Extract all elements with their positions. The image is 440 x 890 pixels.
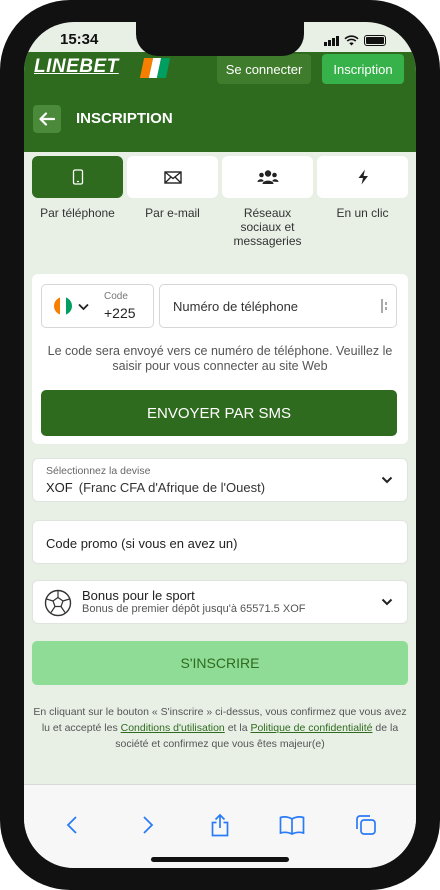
- code-value: +225: [104, 305, 136, 321]
- page-title: INSCRIPTION: [76, 110, 173, 127]
- currency-label: Sélectionnez la devise: [46, 465, 151, 477]
- terms-text: En cliquant sur le bouton « S'inscrire »…: [30, 704, 410, 752]
- tab-social-label: Réseaux sociaux et messageries: [233, 206, 302, 248]
- promo-code-placeholder: Code promo (si vous en avez un): [46, 536, 238, 551]
- home-indicator: [151, 857, 289, 862]
- send-sms-button[interactable]: ENVOYER PAR SMS: [41, 390, 397, 436]
- phone-registration-card: Code +225 Numéro de téléphone Le code se…: [32, 274, 408, 444]
- soccer-ball-icon: [44, 589, 72, 617]
- tab-social[interactable]: Réseaux sociaux et messageries: [222, 156, 313, 248]
- code-label: Code: [104, 291, 128, 302]
- promo-code-input[interactable]: Code promo (si vous en avez un): [32, 520, 408, 564]
- country-code-select[interactable]: Code +225: [41, 284, 154, 328]
- login-button[interactable]: Se connecter: [217, 54, 311, 84]
- tab-phone[interactable]: Par téléphone: [32, 156, 123, 248]
- lightning-icon: [358, 169, 368, 185]
- back-nav-button[interactable]: [58, 811, 86, 839]
- browser-toolbar: [24, 784, 416, 868]
- tab-one-click-label: En un clic: [336, 206, 389, 220]
- bonus-select[interactable]: Bonus pour le sport Bonus de premier dép…: [32, 580, 408, 624]
- arrow-left-icon: [39, 112, 55, 126]
- terms-text-part: et la: [224, 722, 251, 734]
- privacy-policy-link[interactable]: Politique de confidentialité: [250, 722, 372, 734]
- mail-icon: [163, 170, 182, 184]
- registration-method-tabs: Par téléphone Par e-mail Réseaux sociaux…: [32, 156, 408, 248]
- sms-info-text: Le code sera envoyé vers ce numéro de té…: [47, 344, 393, 373]
- screen: 15:34 LINEBET Se connecter Inscription I…: [24, 22, 416, 868]
- tab-one-click-box[interactable]: [317, 156, 408, 198]
- tab-email-box[interactable]: [127, 156, 218, 198]
- register-button[interactable]: Inscription: [322, 54, 404, 84]
- currency-value: XOF (Franc CFA d'Afrique de l'Ouest): [46, 480, 265, 495]
- tab-phone-label: Par téléphone: [40, 206, 115, 220]
- tab-social-box[interactable]: [222, 156, 313, 198]
- forward-nav-button[interactable]: [134, 811, 162, 839]
- side-button: [0, 258, 2, 316]
- currency-name: (Franc CFA d'Afrique de l'Ouest): [78, 480, 266, 495]
- wifi-icon: [344, 35, 359, 46]
- users-icon: [257, 170, 278, 184]
- tab-email-label: Par e-mail: [145, 206, 200, 220]
- chevron-down-icon: [381, 598, 393, 606]
- tab-email[interactable]: Par e-mail: [127, 156, 218, 248]
- status-time: 15:34: [60, 31, 99, 48]
- flag-icon: [139, 58, 171, 78]
- notch: [136, 22, 304, 56]
- side-button: [0, 185, 2, 243]
- book-icon: [279, 816, 305, 835]
- bonus-subtitle: Bonus de premier dépôt jusqu'à 65571.5 X…: [82, 603, 306, 615]
- tab-phone-box[interactable]: [32, 156, 123, 198]
- battery-icon: [364, 35, 386, 46]
- back-button[interactable]: [33, 105, 61, 133]
- share-button[interactable]: [206, 811, 234, 839]
- keyboard-icon[interactable]: [380, 298, 389, 314]
- phone-number-input[interactable]: Numéro de téléphone: [159, 284, 397, 328]
- currency-select[interactable]: Sélectionnez la devise XOF (Franc CFA d'A…: [32, 458, 408, 502]
- phone-number-placeholder: Numéro de téléphone: [173, 299, 299, 314]
- linebet-logo[interactable]: LINEBET: [34, 56, 119, 78]
- currency-code: XOF: [46, 480, 73, 495]
- side-button: [0, 128, 2, 158]
- tab-one-click[interactable]: En un clic: [317, 156, 408, 248]
- bonus-title: Bonus pour le sport: [82, 588, 195, 603]
- phone-icon: [72, 169, 83, 185]
- signal-icon: [324, 36, 339, 46]
- share-icon: [211, 813, 229, 837]
- tabs-icon: [356, 815, 376, 835]
- chevron-down-icon: [78, 303, 89, 311]
- register-submit-button[interactable]: S'INSCRIRE: [32, 641, 408, 685]
- tabs-button[interactable]: [352, 811, 380, 839]
- chevron-right-icon: [143, 816, 154, 834]
- chevron-left-icon: [66, 816, 77, 834]
- flag-ci-icon: [54, 297, 72, 315]
- terms-of-use-link[interactable]: Conditions d'utilisation: [121, 722, 225, 734]
- title-bar: INSCRIPTION: [24, 86, 416, 152]
- bookmarks-button[interactable]: [278, 811, 306, 839]
- status-icons: [324, 35, 386, 46]
- chevron-down-icon: [381, 476, 393, 484]
